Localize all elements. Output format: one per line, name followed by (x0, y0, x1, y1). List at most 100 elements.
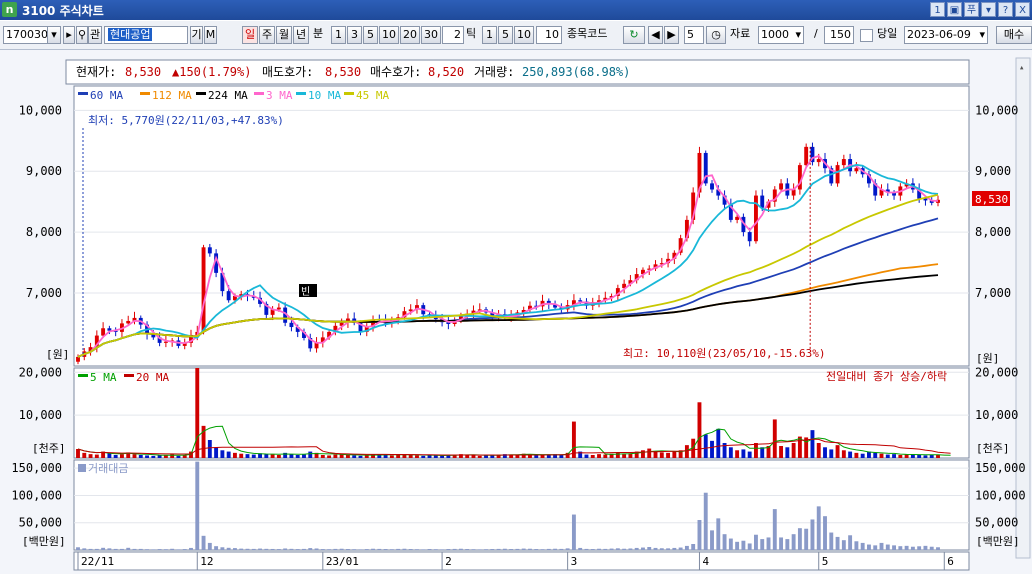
restore-button[interactable]: ▣ (947, 2, 962, 17)
volume-bar (779, 446, 784, 458)
amount-bar (151, 549, 156, 550)
volume-bar (145, 455, 149, 458)
date-tick-label: 3 (571, 555, 578, 568)
amount-bar (452, 548, 457, 550)
amount-bar (345, 549, 350, 550)
candle-body (289, 322, 294, 328)
close-button[interactable]: X (1015, 2, 1030, 17)
candle-body (207, 247, 212, 254)
today-checkbox[interactable] (860, 29, 873, 42)
period-day-button[interactable]: 일 (242, 26, 258, 44)
help-button[interactable]: ? (998, 2, 1013, 17)
tick-1-button[interactable]: 1 (482, 26, 497, 44)
related-button[interactable]: 관 (88, 26, 102, 44)
volume-bar (647, 448, 652, 458)
volume-bar (226, 451, 231, 458)
date-tick-label: 6 (947, 555, 954, 568)
step-input[interactable]: 5 (684, 26, 704, 44)
volume-bar (540, 455, 545, 458)
stock-name: 현대공업 (108, 28, 153, 41)
volume-bar (653, 451, 658, 458)
trade-volume: 250,893(68.98%) (522, 65, 630, 79)
scroll-right-icon[interactable]: ▶ (664, 26, 679, 44)
visible-count-input[interactable]: 150 (824, 26, 854, 44)
search-icon[interactable]: ⚲ (76, 26, 88, 44)
code-dropdown-icon[interactable]: ▾ (47, 26, 61, 44)
amount-bar (502, 548, 507, 550)
volume-bar (841, 450, 846, 458)
data-count-select[interactable]: 1000 ▾ (758, 26, 804, 44)
amount-tick-label-left: 100,000 (11, 488, 62, 502)
minute-1-button[interactable]: 1 (331, 26, 346, 44)
date-picker[interactable]: 2023-06-09 ▾ (904, 26, 988, 44)
minute-5-button[interactable]: 5 (363, 26, 378, 44)
period-month-button[interactable]: 월 (276, 26, 292, 44)
clock-icon[interactable]: ◷ (706, 26, 726, 44)
amount-bar (189, 547, 193, 550)
volume-tick-label-right: 10,000 (975, 408, 1018, 422)
amount-bar (754, 534, 758, 550)
period-year-button[interactable]: 년 (293, 26, 309, 44)
price-tick-label-left: 7,000 (26, 286, 62, 300)
menu-button[interactable]: ▾ (981, 2, 996, 17)
minute-30-button[interactable]: 30 (421, 26, 441, 44)
amount-bar (590, 549, 595, 550)
pin-button[interactable]: 푸 (964, 2, 979, 17)
amount-bar (634, 547, 639, 550)
scroll-up-icon[interactable]: ▴ (1019, 63, 1024, 73)
volume-bar (88, 454, 93, 458)
amount-bar (848, 535, 853, 550)
amount-bar (258, 548, 262, 550)
volume-legend-swatch (124, 374, 134, 377)
amount-bar (195, 461, 200, 550)
amount-bar (910, 546, 915, 550)
legend-label: 45 MA (356, 89, 389, 102)
link-window-button[interactable]: 1 (930, 2, 945, 17)
amount-legend-swatch (78, 464, 86, 472)
amount-unit-left: [백만원] (22, 535, 66, 548)
legend-swatch (254, 92, 264, 95)
amount-bar (245, 548, 250, 550)
amount-bar (521, 548, 526, 550)
price-label: 현재가: (76, 65, 116, 79)
tick-count-input[interactable]: 2 (442, 26, 464, 44)
date-value: 2023-06-09 (907, 28, 971, 41)
period-week-button[interactable]: 주 (259, 26, 275, 44)
candle-body (779, 183, 784, 190)
minute-3-button[interactable]: 3 (347, 26, 362, 44)
volume-label: 거래량: (474, 65, 514, 79)
tick-interval-input[interactable]: 10 (536, 26, 562, 44)
amount-bar (785, 539, 790, 550)
tick-5-button[interactable]: 5 (498, 26, 513, 44)
last-price-label: 8,530 (975, 193, 1008, 206)
volume-bar (471, 455, 476, 458)
volume-bar (352, 455, 357, 458)
volume-tick-label-left: 10,000 (19, 408, 62, 422)
candle-body (126, 320, 131, 324)
price-unit-left: [원] (46, 348, 69, 361)
scroll-left-icon[interactable]: ◀ (648, 26, 663, 44)
minute-10-button[interactable]: 10 (379, 26, 399, 44)
buy-button[interactable]: 매수 (996, 26, 1032, 44)
price-change: ▲150(1.79%) (172, 65, 251, 79)
gi-button[interactable]: 기 (190, 26, 203, 44)
volume-bar (214, 447, 219, 458)
amount-bar (703, 492, 708, 550)
amount-bar (615, 548, 620, 550)
refresh-icon[interactable]: ↻ (623, 26, 645, 44)
volume-bar (584, 454, 589, 458)
price-tick-label-left: 9,000 (26, 164, 62, 178)
amount-bar (672, 547, 677, 550)
volume-legend-label: 5 MA (90, 371, 117, 384)
stock-chart[interactable]: 현재가: 8,530 ▲150(1.79%) 매도호가: 8,530 매수호가:… (0, 50, 1032, 574)
tick-10-button[interactable]: 10 (514, 26, 534, 44)
volume-bar (835, 445, 840, 458)
stock-name-field[interactable]: 현대공업 (104, 26, 188, 44)
vertical-scrollbar[interactable] (1015, 57, 1031, 559)
minute-20-button[interactable]: 20 (400, 26, 420, 44)
amount-bar (892, 545, 897, 550)
amount-bar (603, 548, 608, 550)
m-button[interactable]: M (204, 26, 217, 44)
amount-bar (553, 548, 558, 550)
next-stock-icon[interactable]: ▸ (63, 26, 75, 44)
